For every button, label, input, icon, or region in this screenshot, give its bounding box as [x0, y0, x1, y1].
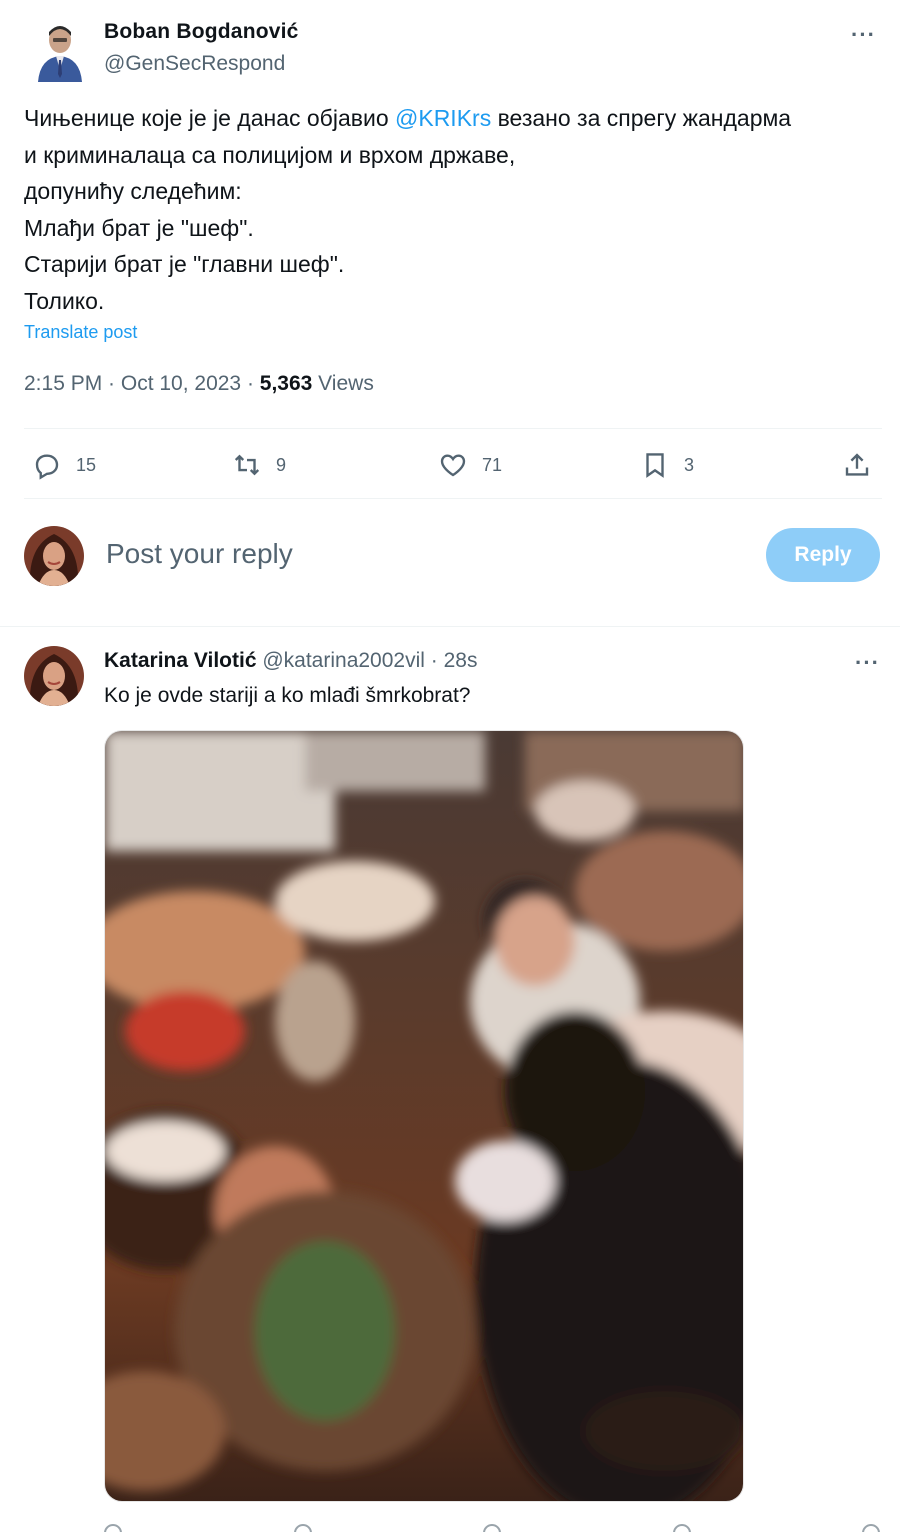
views-label: Views	[312, 372, 374, 395]
reply-button[interactable]: Reply	[766, 528, 880, 582]
reply-separator: ·	[424, 649, 444, 672]
like-action[interactable]: 71	[438, 440, 502, 490]
reply-input[interactable]: Post your reply	[106, 538, 293, 570]
post-line-3: допунићу следећим:	[24, 178, 242, 204]
like-icon	[440, 454, 466, 477]
reply-action-bar	[104, 1522, 880, 1532]
share-icon[interactable]	[862, 1524, 880, 1532]
reply-action[interactable]: 15	[32, 440, 96, 490]
reply-author-avatar[interactable]	[24, 646, 84, 706]
post-line-5: Старији брат је "главни шеф".	[24, 251, 345, 277]
post-line-2: и криминалаца са полицијом и врхом држав…	[24, 141, 516, 168]
share-action[interactable]	[842, 440, 872, 490]
post-timestamp[interactable]: 2:15 PM · Oct 10, 2023 ·	[24, 372, 260, 395]
like-count: 71	[482, 454, 503, 475]
repost-icon	[234, 454, 260, 476]
reply-author-name[interactable]: Katarina Vilotić	[104, 649, 257, 672]
post-author: Boban Bogdanović @GenSecRespond ···	[24, 14, 876, 84]
post-text: Чињенице које је је данас објавио @KRIKr…	[24, 100, 884, 319]
divider	[0, 626, 900, 627]
user-avatar[interactable]	[24, 526, 84, 586]
reply-icon[interactable]	[104, 1524, 122, 1532]
views-count: 5,363	[259, 372, 313, 395]
post-line-1: Чињенице које је је данас објавио @KRIKr…	[24, 105, 792, 131]
bookmark-icon	[646, 453, 664, 478]
more-icon[interactable]: ···	[855, 650, 880, 676]
repost-count: 9	[276, 454, 287, 475]
reply-media-image[interactable]	[104, 730, 744, 1502]
reply-composer: Post your reply Reply	[24, 524, 880, 586]
mention-link[interactable]: @KRIKrs	[395, 105, 491, 131]
post-meta: 2:15 PM · Oct 10, 2023 · 5,363 Views	[24, 372, 374, 396]
repost-action[interactable]: 9	[232, 440, 286, 490]
reply-header: Katarina Vilotić @katarina2002vil · 28s	[104, 649, 477, 673]
reply-count: 15	[76, 454, 97, 475]
action-bar: 15 9 71 3	[24, 440, 880, 490]
reply-text: Ko je ovde stariji a ko mlađi šmrkobrat?	[104, 684, 471, 707]
reply-icon	[35, 454, 59, 480]
like-icon[interactable]	[483, 1524, 501, 1532]
views-icon[interactable]	[672, 1524, 691, 1532]
author-avatar[interactable]	[30, 18, 90, 82]
more-icon[interactable]: ···	[851, 22, 876, 48]
reply-author-handle[interactable]: @katarina2002vil	[262, 649, 425, 672]
author-handle[interactable]: @GenSecRespond	[104, 52, 285, 76]
bookmark-action[interactable]: 3	[640, 440, 694, 490]
post-line-6: Толико.	[24, 287, 105, 314]
repost-icon[interactable]	[293, 1524, 312, 1532]
bookmark-count: 3	[684, 454, 695, 475]
translate-post-link[interactable]: Translate post	[24, 322, 137, 343]
author-name[interactable]: Boban Bogdanović	[104, 20, 299, 44]
post-line-4: Млађи брат је "шеф".	[24, 214, 254, 241]
divider	[24, 498, 882, 499]
reply-time[interactable]: 28s	[444, 649, 478, 672]
share-icon	[845, 453, 869, 476]
divider	[24, 428, 882, 429]
